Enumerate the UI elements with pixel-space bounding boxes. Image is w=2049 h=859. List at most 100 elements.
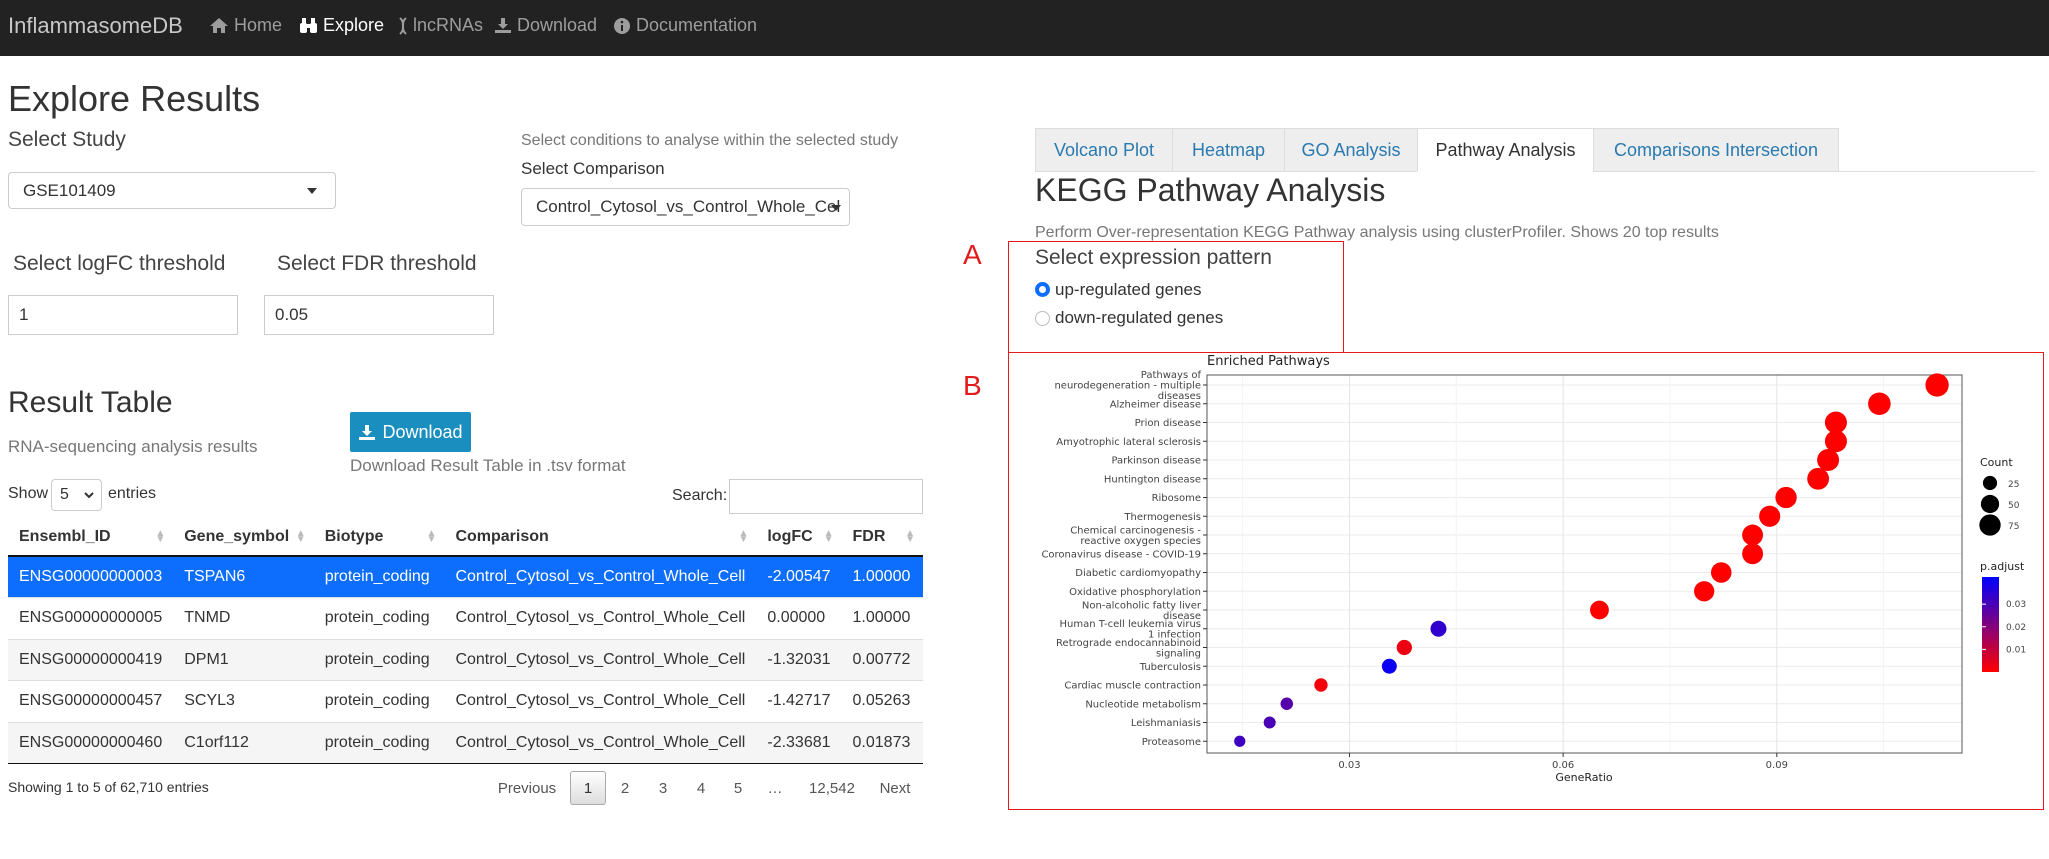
pagination-previous[interactable]: Previous [495,771,559,805]
table-cell: Control_Cytosol_vs_Control_Whole_Cell [444,680,757,722]
y-tick-label: Alzheimer disease [1110,399,1201,410]
enriched-pathways-dotplot: Enriched Pathways Pathways of neurodegene… [1015,354,2040,806]
nav-lncrnas-label: lncRNAs [413,15,484,35]
radio-up-regulated-label[interactable]: up-regulated genes [1055,280,1202,300]
pagination-next[interactable]: Next [870,771,920,805]
chevron-down-icon [831,205,841,211]
pagination-page-4[interactable]: 4 [686,771,716,805]
table-row[interactable]: ENSG00000000003 TSPAN6 protein_coding Co… [8,556,923,598]
tab-heatmap[interactable]: Heatmap [1172,128,1285,172]
table-cell: -2.33681 [756,721,842,764]
data-point [1742,524,1764,546]
tab-volcano-plot[interactable]: Volcano Plot [1035,128,1173,172]
y-tick-label: Proteasome [1142,737,1201,748]
study-select[interactable]: GSE101409 [8,172,336,209]
logfc-threshold-value: 1 [19,305,29,324]
table-cell: DPM1 [173,638,314,681]
study-select-value: GSE101409 [23,180,116,200]
nav-download[interactable]: Download [494,15,597,36]
table-row[interactable]: ENSG00000000460 C1orf112 protein_coding … [8,721,923,764]
pagination-page-5[interactable]: 5 [723,771,753,805]
data-point [1693,581,1715,602]
data-point [1590,600,1609,620]
download-icon [359,424,376,440]
y-tick-label: Amyotrophic lateral sclerosis [1056,437,1201,448]
data-point [1807,467,1830,490]
nav-home[interactable]: Home [209,15,282,36]
table-cell: ENSG00000000419 [8,638,174,681]
column-header-label: FDR [852,527,886,545]
table-cell: -1.42717 [756,680,842,722]
table-cell: Control_Cytosol_vs_Control_Whole_Cell [444,638,757,681]
tab-pathway-analysis[interactable]: Pathway Analysis [1417,128,1594,172]
sort-icon: ▲ ▼ [426,528,437,545]
y-tick-label: Prion disease [1135,418,1201,429]
search-input[interactable] [729,479,923,514]
column-header-logfc[interactable]: logFC ▲ ▼ [756,518,842,557]
tab-divider [1838,171,2035,172]
fdr-threshold-input[interactable]: 0.05 [264,295,494,335]
column-header-gene-symbol[interactable]: Gene_symbol ▲ ▼ [173,518,314,557]
table-row[interactable]: ENSG00000000457 SCYL3 protein_coding Con… [8,680,923,722]
radio-down-regulated[interactable] [1035,311,1050,326]
radio-down-regulated-label[interactable]: down-regulated genes [1055,308,1223,328]
info-circle-icon [614,17,630,34]
tab-go-analysis[interactable]: GO Analysis [1284,128,1418,172]
data-point [1817,449,1840,471]
annotation-label-a: A [963,239,982,270]
column-header-label: Biotype [324,527,384,545]
pagination-page-3[interactable]: 3 [648,771,678,805]
download-table-button[interactable]: Download [350,412,471,452]
legend-size-marker [1979,514,2001,536]
result-table-subtitle: RNA-sequencing analysis results [8,437,258,456]
comparison-hint: Select conditions to analyse within the … [521,132,899,149]
sort-icon: ▲ ▼ [155,528,166,545]
pagination-page-last[interactable]: 12,542 [800,771,864,805]
expression-pattern-label: Select expression pattern [1035,246,1272,269]
table-cell: TSPAN6 [173,556,314,598]
page-size-select[interactable]: 5 [51,479,102,511]
table-cell: protein_coding [313,638,445,681]
column-header-fdr[interactable]: FDR ▲ ▼ [841,518,923,557]
comparison-select[interactable]: Control_Cytosol_vs_Control_Whole_Cel [521,188,850,226]
y-tick-label: Parkinson disease [1111,456,1201,467]
column-header-label: logFC [767,527,813,545]
pagination-page-1[interactable]: 1 [570,771,606,805]
legend-color-title: p.adjust [1980,560,2025,573]
column-header-biotype[interactable]: Biotype ▲ ▼ [313,518,445,557]
nav-lncrnas[interactable]: lncRNAs [398,15,483,36]
search-label: Search: [672,487,728,504]
nav-explore[interactable]: Explore [299,15,384,36]
radio-up-regulated[interactable] [1035,282,1050,297]
chevron-down-icon [84,492,94,499]
legend-size-marker [1980,494,2000,514]
data-point [1314,678,1328,692]
brand-logo[interactable]: InflammasomeDB [8,13,183,39]
logfc-threshold-label: Select logFC threshold [13,252,226,275]
table-cell: SCYL3 [173,680,314,722]
table-cell: 0.00772 [841,638,923,681]
nav-download-label: Download [517,15,598,35]
legend-size-marker [1982,475,1998,491]
table-row[interactable]: ENSG00000000005 TNMD protein_coding Cont… [8,597,923,639]
download-table-button-label: Download [382,421,463,442]
column-header-comparison[interactable]: Comparison ▲ ▼ [444,518,757,557]
data-point [1775,486,1797,509]
logfc-threshold-input[interactable]: 1 [8,295,238,335]
column-header-ensembl-id[interactable]: Ensembl_ID ▲ ▼ [8,518,174,557]
column-header-label: Ensembl_ID [19,527,111,545]
table-cell: ENSG00000000457 [8,680,174,722]
table-cell: ENSG00000000003 [8,556,174,598]
annotation-label-b: B [963,370,982,401]
table-cell: 1.00000 [841,597,923,639]
y-tick-label: Oxidative phosphorylation [1069,587,1201,598]
table-cell: -1.32031 [756,638,842,681]
sort-icon: ▲ ▼ [905,528,915,545]
nav-documentation[interactable]: Documentation [613,15,757,36]
data-point [1759,505,1781,527]
table-cell: 0.01873 [841,721,923,764]
tab-comparisons-intersection[interactable]: Comparisons Intersection [1593,128,1839,172]
table-row[interactable]: ENSG00000000419 DPM1 protein_coding Cont… [8,638,923,681]
pagination-page-2[interactable]: 2 [610,771,640,805]
legend-size-title: Count [1980,456,2013,469]
